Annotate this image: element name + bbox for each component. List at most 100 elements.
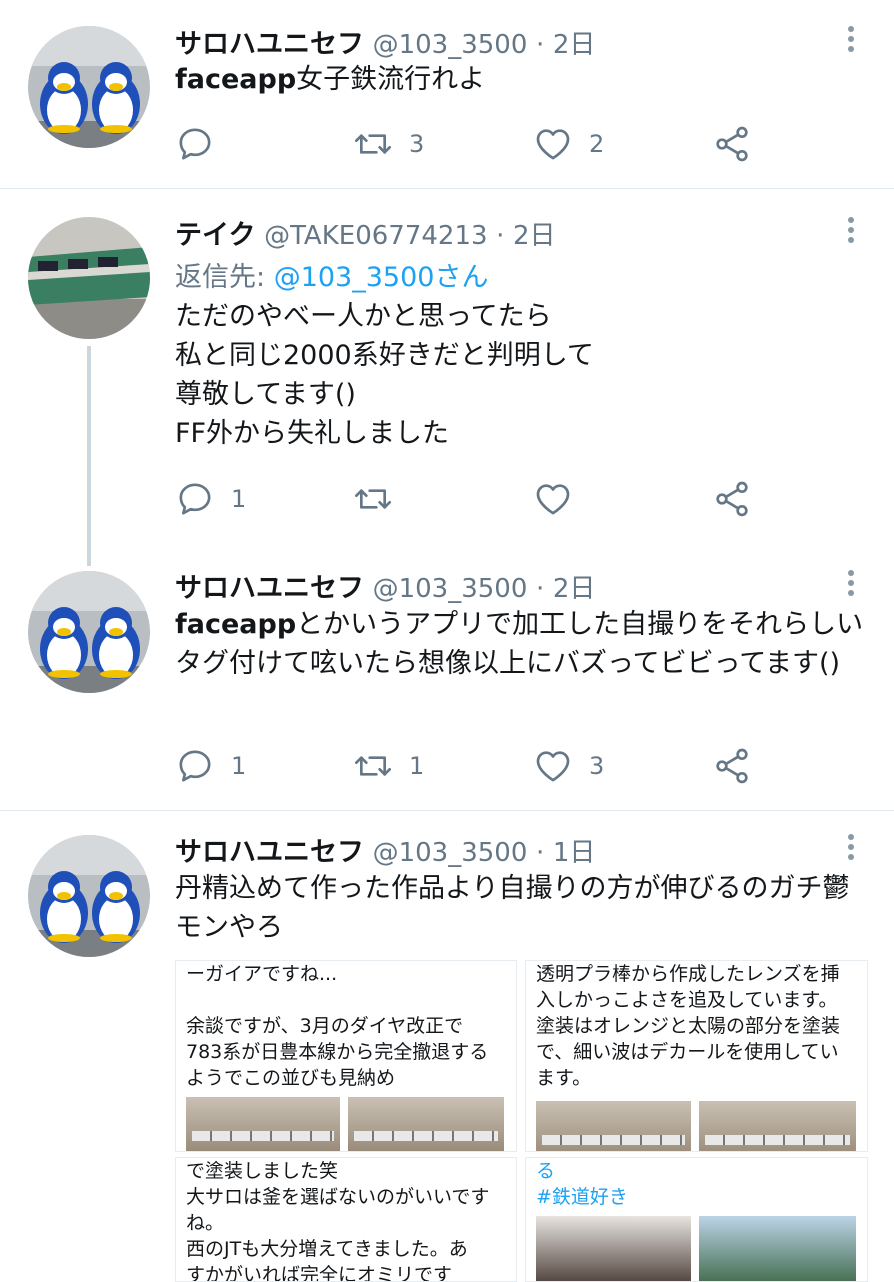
media-line: 塗装はオレンジと太陽の部分を塗装 <box>536 1015 841 1037</box>
retweet-icon <box>353 124 393 164</box>
like-button[interactable] <box>533 477 589 521</box>
media-thumbs <box>186 1097 504 1151</box>
share-icon <box>712 746 752 786</box>
tweet-header: テイク @TAKE06774213 · 2日 <box>175 213 556 252</box>
separator: · <box>496 221 505 251</box>
tweet-actions: 1 1 3 <box>175 744 775 788</box>
media-line: で塗装しました笑 <box>186 1160 339 1182</box>
media-line: すかがいれば完全にオミリです <box>186 1264 453 1282</box>
tweet-line: FF外から失礼しました <box>175 418 450 449</box>
media-image-4[interactable]: る #鉄道好き <box>525 1157 868 1282</box>
media-line: る <box>536 1160 556 1182</box>
user-handle[interactable]: @103_3500 <box>373 574 528 604</box>
like-count: 2 <box>589 130 605 158</box>
avatar[interactable] <box>28 217 150 339</box>
timestamp[interactable]: 2日 <box>553 30 596 60</box>
share-button[interactable] <box>712 122 752 166</box>
reply-count: 1 <box>231 485 247 513</box>
avatar[interactable] <box>28 835 150 957</box>
tweet-text-bold: faceapp <box>175 64 297 95</box>
reply-to-label: 返信先: <box>175 262 266 293</box>
reply-icon <box>175 124 215 164</box>
avatar[interactable] <box>28 26 150 148</box>
reply-button[interactable]: 1 <box>175 744 246 788</box>
tweet-text: faceappとかいうアプリで加工した自撮りをそれらしいタグ付けて呟いたら想像以… <box>175 605 870 683</box>
media-line: 余談ですが、3月のダイヤ改正で <box>186 1015 464 1037</box>
retweet-button[interactable]: 3 <box>353 122 424 166</box>
train-photo <box>536 1101 691 1151</box>
reply-to: 返信先: @103_3500さん <box>175 255 488 294</box>
tweet-text: 丹精込めて作った作品より自撮りの方が伸びるのガチ鬱モンやろ <box>175 873 850 943</box>
timestamp[interactable]: 2日 <box>513 221 556 251</box>
display-name[interactable]: サロハユニセフ <box>175 573 364 604</box>
reply-icon <box>175 479 215 519</box>
tweet-2[interactable]: テイク @TAKE06774213 · 2日 返信先: @103_3500さん … <box>0 189 894 549</box>
train-photo <box>348 1097 504 1151</box>
more-icon[interactable] <box>848 834 856 864</box>
more-icon[interactable] <box>848 217 856 247</box>
retweet-button[interactable] <box>353 477 409 521</box>
tweet-line: 私と同じ2000系好きだと判明して <box>175 340 594 371</box>
media-text: る #鉄道好き <box>536 1158 628 1210</box>
avatar[interactable] <box>28 571 150 693</box>
selfie-photo <box>699 1216 856 1281</box>
share-button[interactable] <box>712 744 752 788</box>
user-handle[interactable]: @103_3500 <box>373 30 528 60</box>
media-line: 西のJTも大分増えてきました。あ <box>186 1238 468 1260</box>
display-name[interactable]: サロハユニセフ <box>175 29 364 60</box>
retweet-button[interactable]: 1 <box>353 744 424 788</box>
media-text: 透明プラ棒から作成したレンズを挿 入しかっこよさを追及しています。 塗装はオレン… <box>536 961 840 1091</box>
media-line: 大サロは釜を選ばないのがいいです <box>186 1186 490 1208</box>
media-thumbs <box>536 1101 856 1151</box>
more-icon[interactable] <box>848 570 856 600</box>
like-icon <box>533 746 573 786</box>
retweet-count: 3 <box>409 130 425 158</box>
separator: · <box>535 30 545 60</box>
display-name[interactable]: テイク <box>175 220 255 251</box>
penguin-avatar-icon <box>28 835 150 957</box>
retweet-icon <box>353 479 393 519</box>
tweet-3[interactable]: サロハユニセフ @103_3500 · 2日 faceappとかいうアプリで加工… <box>0 549 894 809</box>
media-line: 入しかっこよさを追及しています。 <box>536 989 838 1011</box>
penguin-avatar-icon <box>28 571 150 693</box>
tweet-actions: 1 <box>175 477 775 521</box>
separator: · <box>535 838 545 868</box>
reply-button[interactable]: 1 <box>175 477 246 521</box>
more-icon[interactable] <box>848 26 856 56</box>
share-button[interactable] <box>712 477 752 521</box>
separator: · <box>535 574 545 604</box>
media-line: ーガイアですね... <box>186 963 338 985</box>
media-line <box>186 987 488 1013</box>
media-text: で塗装しました笑 大サロは釜を選ばないのがいいです ね。 西のJTも大分増えてき… <box>186 1158 490 1282</box>
media-line: ます。 <box>536 1067 592 1089</box>
tweet-1[interactable]: サロハユニセフ @103_3500 · 2日 faceapp女子鉄流行れよ 3 … <box>0 0 894 188</box>
train-photo <box>186 1097 340 1151</box>
like-icon <box>533 124 573 164</box>
media-image-3[interactable]: で塗装しました笑 大サロは釜を選ばないのがいいです ね。 西のJTも大分増えてき… <box>175 1157 517 1282</box>
media-line: で、細い波はデカールを使用してい <box>536 1041 839 1063</box>
like-button[interactable]: 2 <box>533 122 604 166</box>
timestamp[interactable]: 1日 <box>553 838 596 868</box>
user-handle[interactable]: @103_3500 <box>373 838 528 868</box>
timestamp[interactable]: 2日 <box>553 574 596 604</box>
reply-count: 1 <box>231 752 247 780</box>
reply-to-link[interactable]: @103_3500さん <box>274 262 489 293</box>
reply-icon <box>175 746 215 786</box>
media-image-2[interactable]: 透明プラ棒から作成したレンズを挿 入しかっこよさを追及しています。 塗装はオレン… <box>525 960 868 1152</box>
media-image-1[interactable]: ーガイアですね... 余談ですが、3月のダイヤ改正で 783系が日豊本線から完全… <box>175 960 517 1152</box>
penguin-avatar-icon <box>28 26 150 148</box>
user-handle[interactable]: @TAKE06774213 <box>264 221 487 251</box>
retweet-count: 1 <box>409 752 425 780</box>
selfie-photo <box>536 1216 691 1281</box>
tweet-header: サロハユニセフ @103_3500 · 2日 <box>175 22 595 61</box>
retweet-icon <box>353 746 393 786</box>
tweet-text-bold: faceapp <box>175 609 297 640</box>
like-count: 3 <box>589 752 605 780</box>
tweet-text-rest: 女子鉄流行れよ <box>296 64 486 95</box>
like-button[interactable]: 3 <box>533 744 604 788</box>
display-name[interactable]: サロハユニセフ <box>175 837 364 868</box>
tweet-header: サロハユニセフ @103_3500 · 1日 <box>175 830 595 869</box>
hashtag[interactable]: #鉄道好き <box>536 1184 628 1210</box>
tweet-text: faceapp女子鉄流行れよ <box>175 60 875 99</box>
reply-button[interactable] <box>175 122 231 166</box>
